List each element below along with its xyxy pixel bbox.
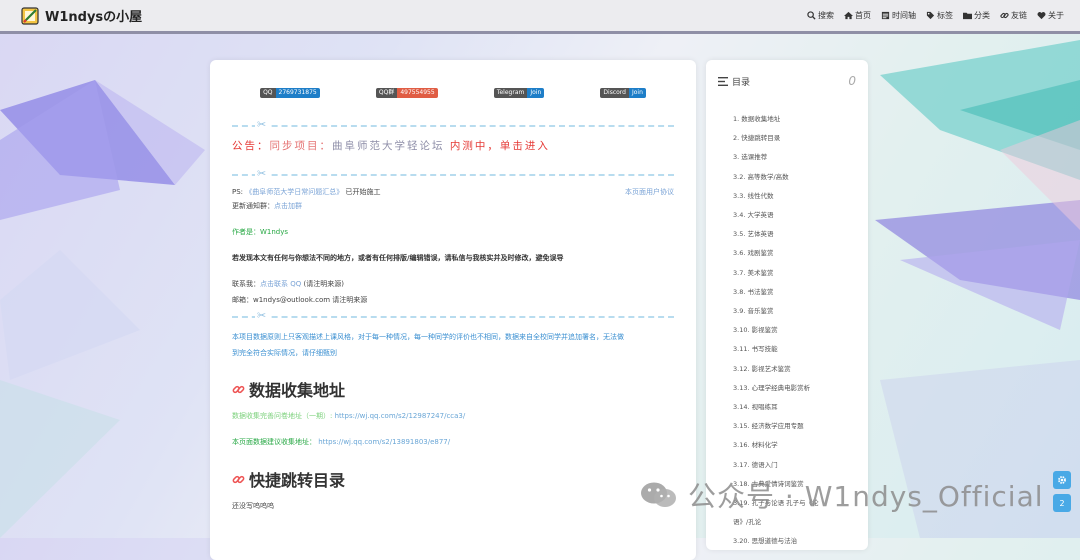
notify-row: 更新通知群：点击加群: [232, 202, 302, 210]
nav-tags-label: 标签: [937, 11, 953, 20]
toc-item[interactable]: 3.16. 材料化学: [733, 436, 856, 455]
list-icon: [718, 76, 728, 86]
qq-group-badge[interactable]: QQ群 497554955: [375, 88, 438, 98]
scissors-icon: ✂: [255, 309, 269, 323]
toc-item[interactable]: 语》/孔论: [733, 513, 856, 532]
toc-item[interactable]: 3.20. 思想道德与法治: [733, 532, 856, 551]
toc-item[interactable]: 3.14. 视唱练耳: [733, 398, 856, 417]
nav-timeline-label: 时间轴: [892, 11, 916, 20]
nav-home[interactable]: 首页: [844, 10, 871, 21]
toc-item[interactable]: 3.7. 美术鉴赏: [733, 264, 856, 283]
wechat-icon: [641, 482, 676, 507]
toc-item[interactable]: 2. 快捷跳转目录: [733, 129, 856, 148]
join-group-link[interactable]: 点击加群: [274, 202, 302, 210]
toc-item[interactable]: 3.15. 经济数学应用专题: [733, 417, 856, 436]
survey-1-row: 数据收集完善问卷地址（一期）: https://wj.qq.com/s2/129…: [232, 412, 466, 420]
announcement[interactable]: 公告：同步项目：曲阜师范大学轻论坛 内测中，单击进入: [232, 138, 674, 153]
contact-row: 联系我：点击联系 QQ (请注明来源): [232, 280, 344, 288]
toc-item[interactable]: 3.13. 心理学经典电影赏析: [733, 379, 856, 398]
survey-2-row: 本页面数据建议收集地址： https://wj.qq.com/s2/138918…: [232, 438, 451, 446]
toc-item[interactable]: 3. 选课推荐: [733, 148, 856, 167]
home-icon: [844, 11, 853, 20]
page-number-button[interactable]: 2: [1053, 494, 1071, 512]
settings-button[interactable]: [1053, 471, 1071, 489]
nav-timeline[interactable]: 时间轴: [881, 10, 916, 21]
nav-about[interactable]: 关于: [1037, 10, 1064, 21]
notice-line: 若发现本文有任何与你想法不同的地方，或者有任何排版/编辑错误，请私信与我核实并及…: [232, 254, 564, 262]
user-agreement-link[interactable]: 本页面用户协议: [625, 187, 674, 197]
link-icon: [232, 385, 245, 393]
nav-categories-label: 分类: [974, 11, 990, 20]
contact-badges: QQ 2769731875 QQ群 497554955 Telegram Join D…: [232, 88, 674, 100]
nav-search[interactable]: 搜索: [807, 10, 834, 21]
author-line: 作者是：W1ndys: [232, 228, 289, 236]
wechat-watermark: 公众号 · W1ndys_Official: [640, 475, 1044, 515]
toc-item[interactable]: 3.6. 戏剧鉴赏: [733, 244, 856, 263]
toc-item[interactable]: 1. 数据收集地址: [733, 110, 856, 129]
contact-qq-link[interactable]: 点击联系 QQ: [260, 280, 301, 288]
scissor-divider-2: ✂: [232, 167, 674, 181]
toc-item[interactable]: 3.3. 线性代数: [733, 187, 856, 206]
section-data-collection-heading: 数据收集地址: [232, 377, 674, 401]
toc-item[interactable]: 3.8. 书法鉴赏: [733, 283, 856, 302]
link-icon: [232, 475, 245, 483]
scissor-divider: ✂: [232, 118, 674, 132]
toc-item[interactable]: 3.5. 艺体英语: [733, 225, 856, 244]
notebook-logo-icon: [21, 6, 39, 25]
scissors-icon: ✂: [255, 118, 269, 132]
link-icon: [1000, 12, 1009, 19]
search-icon: [807, 11, 816, 20]
nav-about-label: 关于: [1048, 11, 1064, 20]
email-row: 邮箱：w1ndys@outlook.com 请注明来源: [232, 296, 368, 304]
survey-2-link[interactable]: https://wj.qq.com/s2/13891803/e877/: [318, 438, 450, 446]
nav-search-label: 搜索: [818, 11, 834, 20]
toc-item[interactable]: 3.4. 大学英语: [733, 206, 856, 225]
toc-item[interactable]: 3.2. 高等数学/高数: [733, 168, 856, 187]
toc-item[interactable]: 3.17. 德语入门: [733, 456, 856, 475]
telegram-badge[interactable]: Telegram Join: [493, 88, 545, 98]
nav-menu: 搜索 首页 时间轴 标签 分类 友链 关于: [807, 10, 1064, 21]
discord-badge[interactable]: Discord Join: [600, 88, 646, 98]
timeline-icon: [881, 11, 890, 20]
quick-jump-body: 还没写呜呜呜: [232, 502, 274, 510]
nav-categories[interactable]: 分类: [963, 10, 990, 21]
toc-item[interactable]: 3.10. 影视鉴赏: [733, 321, 856, 340]
heart-icon: [1037, 12, 1046, 20]
gear-icon: [1058, 476, 1066, 484]
qq-badge[interactable]: QQ 2769731875: [260, 88, 320, 98]
toc-header: 目录 0: [718, 74, 856, 88]
toc-item[interactable]: 3.12. 影视艺术鉴赏: [733, 360, 856, 379]
nav-home-label: 首页: [855, 11, 871, 20]
nav-tags[interactable]: 标签: [926, 10, 953, 21]
email-value: w1ndys@outlook.com 请注明来源: [253, 296, 368, 304]
folder-icon: [963, 12, 972, 20]
watermark-text: 公众号 · W1ndys_Official: [688, 480, 1044, 513]
section-quick-jump-heading: 快捷跳转目录: [232, 467, 674, 491]
disclaimer: 本项目数据原则上只客观描述上课风格，对于每一种情况，每一种同学的评价也不相同，数…: [232, 333, 624, 357]
toc-item[interactable]: 3.9. 音乐鉴赏: [733, 302, 856, 321]
scissors-icon: ✂: [255, 167, 269, 181]
survey-1-link[interactable]: https://wj.qq.com/s2/12987247/cca3/: [335, 412, 466, 420]
toc-item[interactable]: 3.11. 书写技能: [733, 340, 856, 359]
article-card: QQ 2769731875 QQ群 497554955 Telegram Join D…: [210, 60, 696, 560]
site-logo[interactable]: W1ndysの小屋: [20, 6, 142, 26]
navbar: W1ndysの小屋 搜索 首页 时间轴 标签 分类 友链 关于: [0, 0, 1080, 34]
toc-progress: 0: [848, 74, 856, 88]
faq-link[interactable]: 《曲阜师范大学日常问题汇总》: [245, 188, 343, 196]
scissor-divider-3: ✂: [232, 309, 674, 323]
ps-row: PS: 《曲阜师范大学日常问题汇总》 已开始施工 本页面用户协议: [232, 187, 674, 197]
nav-friends[interactable]: 友链: [1000, 10, 1027, 21]
tag-icon: [926, 11, 935, 20]
nav-friends-label: 友链: [1011, 11, 1027, 20]
toc-title: 目录: [732, 77, 751, 88]
site-title: W1ndysの小屋: [45, 10, 143, 25]
